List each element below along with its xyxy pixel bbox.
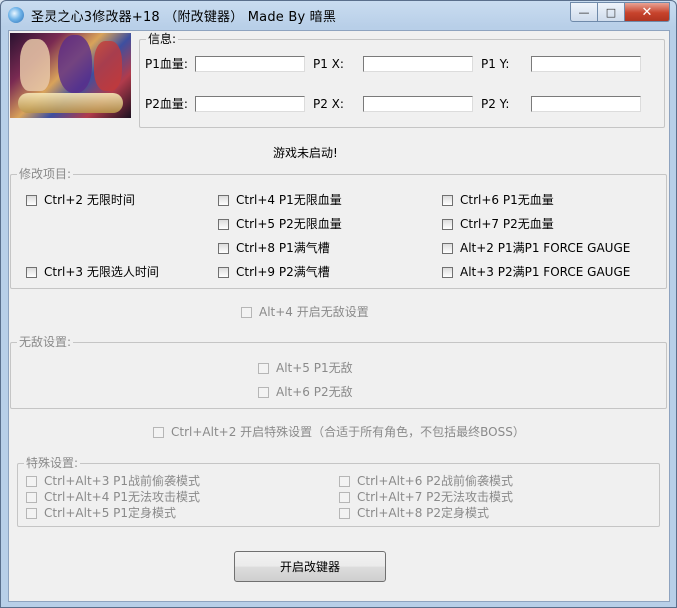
checkbox-box[interactable] xyxy=(26,266,37,278)
checkbox-box[interactable] xyxy=(339,475,350,487)
window-title: 圣灵之心3修改器+18 （附改键器） Made By 暗黑 xyxy=(31,10,337,25)
checkbox-box[interactable] xyxy=(218,218,229,230)
checkbox-p1-infinite-hp[interactable]: Ctrl+4 P1无限血量 xyxy=(218,193,342,207)
p2-hp-field[interactable] xyxy=(195,96,305,112)
checkbox-box[interactable] xyxy=(258,362,269,374)
checkbox-p1-sneak-attack[interactable]: Ctrl+Alt+3 P1战前偷袭模式 xyxy=(26,474,200,488)
checkbox-box[interactable] xyxy=(339,491,350,503)
checkbox-box[interactable] xyxy=(26,194,37,206)
game-status-text: 游戏未启动! xyxy=(273,146,338,160)
checkbox-p1-no-hp[interactable]: Ctrl+6 P1无血量 xyxy=(442,193,554,207)
checkbox-box[interactable] xyxy=(26,475,37,487)
p1-x-field[interactable] xyxy=(363,56,473,72)
checkbox-box[interactable] xyxy=(218,266,229,278)
special-group-title: 特殊设置: xyxy=(24,456,81,470)
modify-group: 修改项目: Ctrl+2 无限时间 Ctrl+3 无限选人时间 Ctrl+4 P… xyxy=(10,167,667,289)
invincible-group-title: 无敌设置: xyxy=(17,335,74,349)
modify-group-title: 修改项目: xyxy=(17,167,74,181)
special-group: 特殊设置: Ctrl+Alt+3 P1战前偷袭模式 Ctrl+Alt+4 P1无… xyxy=(17,456,660,527)
checkbox-p2-no-hp[interactable]: Ctrl+7 P2无血量 xyxy=(442,217,554,231)
main-window: 圣灵之心3修改器+18 （附改键器） Made By 暗黑 — □ ✕ 信息: … xyxy=(0,0,677,608)
checkbox-p1-full-gauge[interactable]: Ctrl+8 P1满气槽 xyxy=(218,241,330,255)
checkbox-p1-force-gauge[interactable]: Alt+2 P1满P1 FORCE GAUGE xyxy=(442,241,630,255)
checkbox-box[interactable] xyxy=(339,507,350,519)
start-keymapper-button[interactable]: 开启改键器 xyxy=(234,551,386,582)
checkbox-p2-force-gauge[interactable]: Alt+3 P2满P1 FORCE GAUGE xyxy=(442,265,630,279)
p1-hp-label: P1血量: xyxy=(145,57,188,71)
checkbox-box[interactable] xyxy=(442,266,453,278)
checkbox-enable-invincible[interactable]: Alt+4 开启无敌设置 xyxy=(241,305,369,319)
invincible-group: 无敌设置: Alt+5 P1无敌 Alt+6 P2无敌 xyxy=(10,335,667,409)
checkbox-p2-cannot-attack[interactable]: Ctrl+Alt+7 P2无法攻击模式 xyxy=(339,490,513,504)
checkbox-p2-invincible[interactable]: Alt+6 P2无敌 xyxy=(258,385,353,399)
checkbox-infinite-select-time[interactable]: Ctrl+3 无限选人时间 xyxy=(26,265,159,279)
maximize-button[interactable]: □ xyxy=(598,2,625,22)
info-group-title: 信息: xyxy=(146,32,179,46)
checkbox-infinite-time[interactable]: Ctrl+2 无限时间 xyxy=(26,193,135,207)
checkbox-box[interactable] xyxy=(241,306,252,318)
p1-y-field[interactable] xyxy=(531,56,641,72)
p2-y-field[interactable] xyxy=(531,96,641,112)
checkbox-p1-invincible[interactable]: Alt+5 P1无敌 xyxy=(258,361,353,375)
app-icon[interactable] xyxy=(8,7,24,23)
p1-x-label: P1 X: xyxy=(313,57,344,71)
info-group: 信息: P1血量: P1 X: P1 Y: P2血量: P2 X: P2 Y: xyxy=(139,32,665,128)
checkbox-box[interactable] xyxy=(258,386,269,398)
checkbox-box[interactable] xyxy=(218,242,229,254)
p2-x-label: P2 X: xyxy=(313,97,344,111)
minimize-button[interactable]: — xyxy=(570,2,598,22)
p2-hp-label: P2血量: xyxy=(145,97,188,111)
game-logo-image xyxy=(10,33,131,118)
checkbox-p1-freeze[interactable]: Ctrl+Alt+5 P1定身模式 xyxy=(26,506,176,520)
close-button[interactable]: ✕ xyxy=(625,2,670,22)
p1-y-label: P1 Y: xyxy=(481,57,510,71)
checkbox-enable-special[interactable]: Ctrl+Alt+2 开启特殊设置（合适于所有角色，不包括最终BOSS） xyxy=(153,425,525,439)
checkbox-box[interactable] xyxy=(26,507,37,519)
checkbox-p2-infinite-hp[interactable]: Ctrl+5 P2无限血量 xyxy=(218,217,342,231)
checkbox-box[interactable] xyxy=(442,242,453,254)
checkbox-p1-cannot-attack[interactable]: Ctrl+Alt+4 P1无法攻击模式 xyxy=(26,490,200,504)
checkbox-box[interactable] xyxy=(442,194,453,206)
checkbox-box[interactable] xyxy=(442,218,453,230)
checkbox-p2-full-gauge[interactable]: Ctrl+9 P2满气槽 xyxy=(218,265,330,279)
checkbox-box[interactable] xyxy=(153,426,164,438)
checkbox-box[interactable] xyxy=(26,491,37,503)
checkbox-p2-sneak-attack[interactable]: Ctrl+Alt+6 P2战前偷袭模式 xyxy=(339,474,513,488)
p1-hp-field[interactable] xyxy=(195,56,305,72)
p2-x-field[interactable] xyxy=(363,96,473,112)
checkbox-p2-freeze[interactable]: Ctrl+Alt+8 P2定身模式 xyxy=(339,506,489,520)
client-area: 信息: P1血量: P1 X: P1 Y: P2血量: P2 X: P2 Y: … xyxy=(8,30,670,602)
p2-y-label: P2 Y: xyxy=(481,97,510,111)
window-controls: — □ ✕ xyxy=(570,2,670,22)
checkbox-box[interactable] xyxy=(218,194,229,206)
title-bar[interactable]: 圣灵之心3修改器+18 （附改键器） Made By 暗黑 — □ ✕ xyxy=(1,1,676,29)
